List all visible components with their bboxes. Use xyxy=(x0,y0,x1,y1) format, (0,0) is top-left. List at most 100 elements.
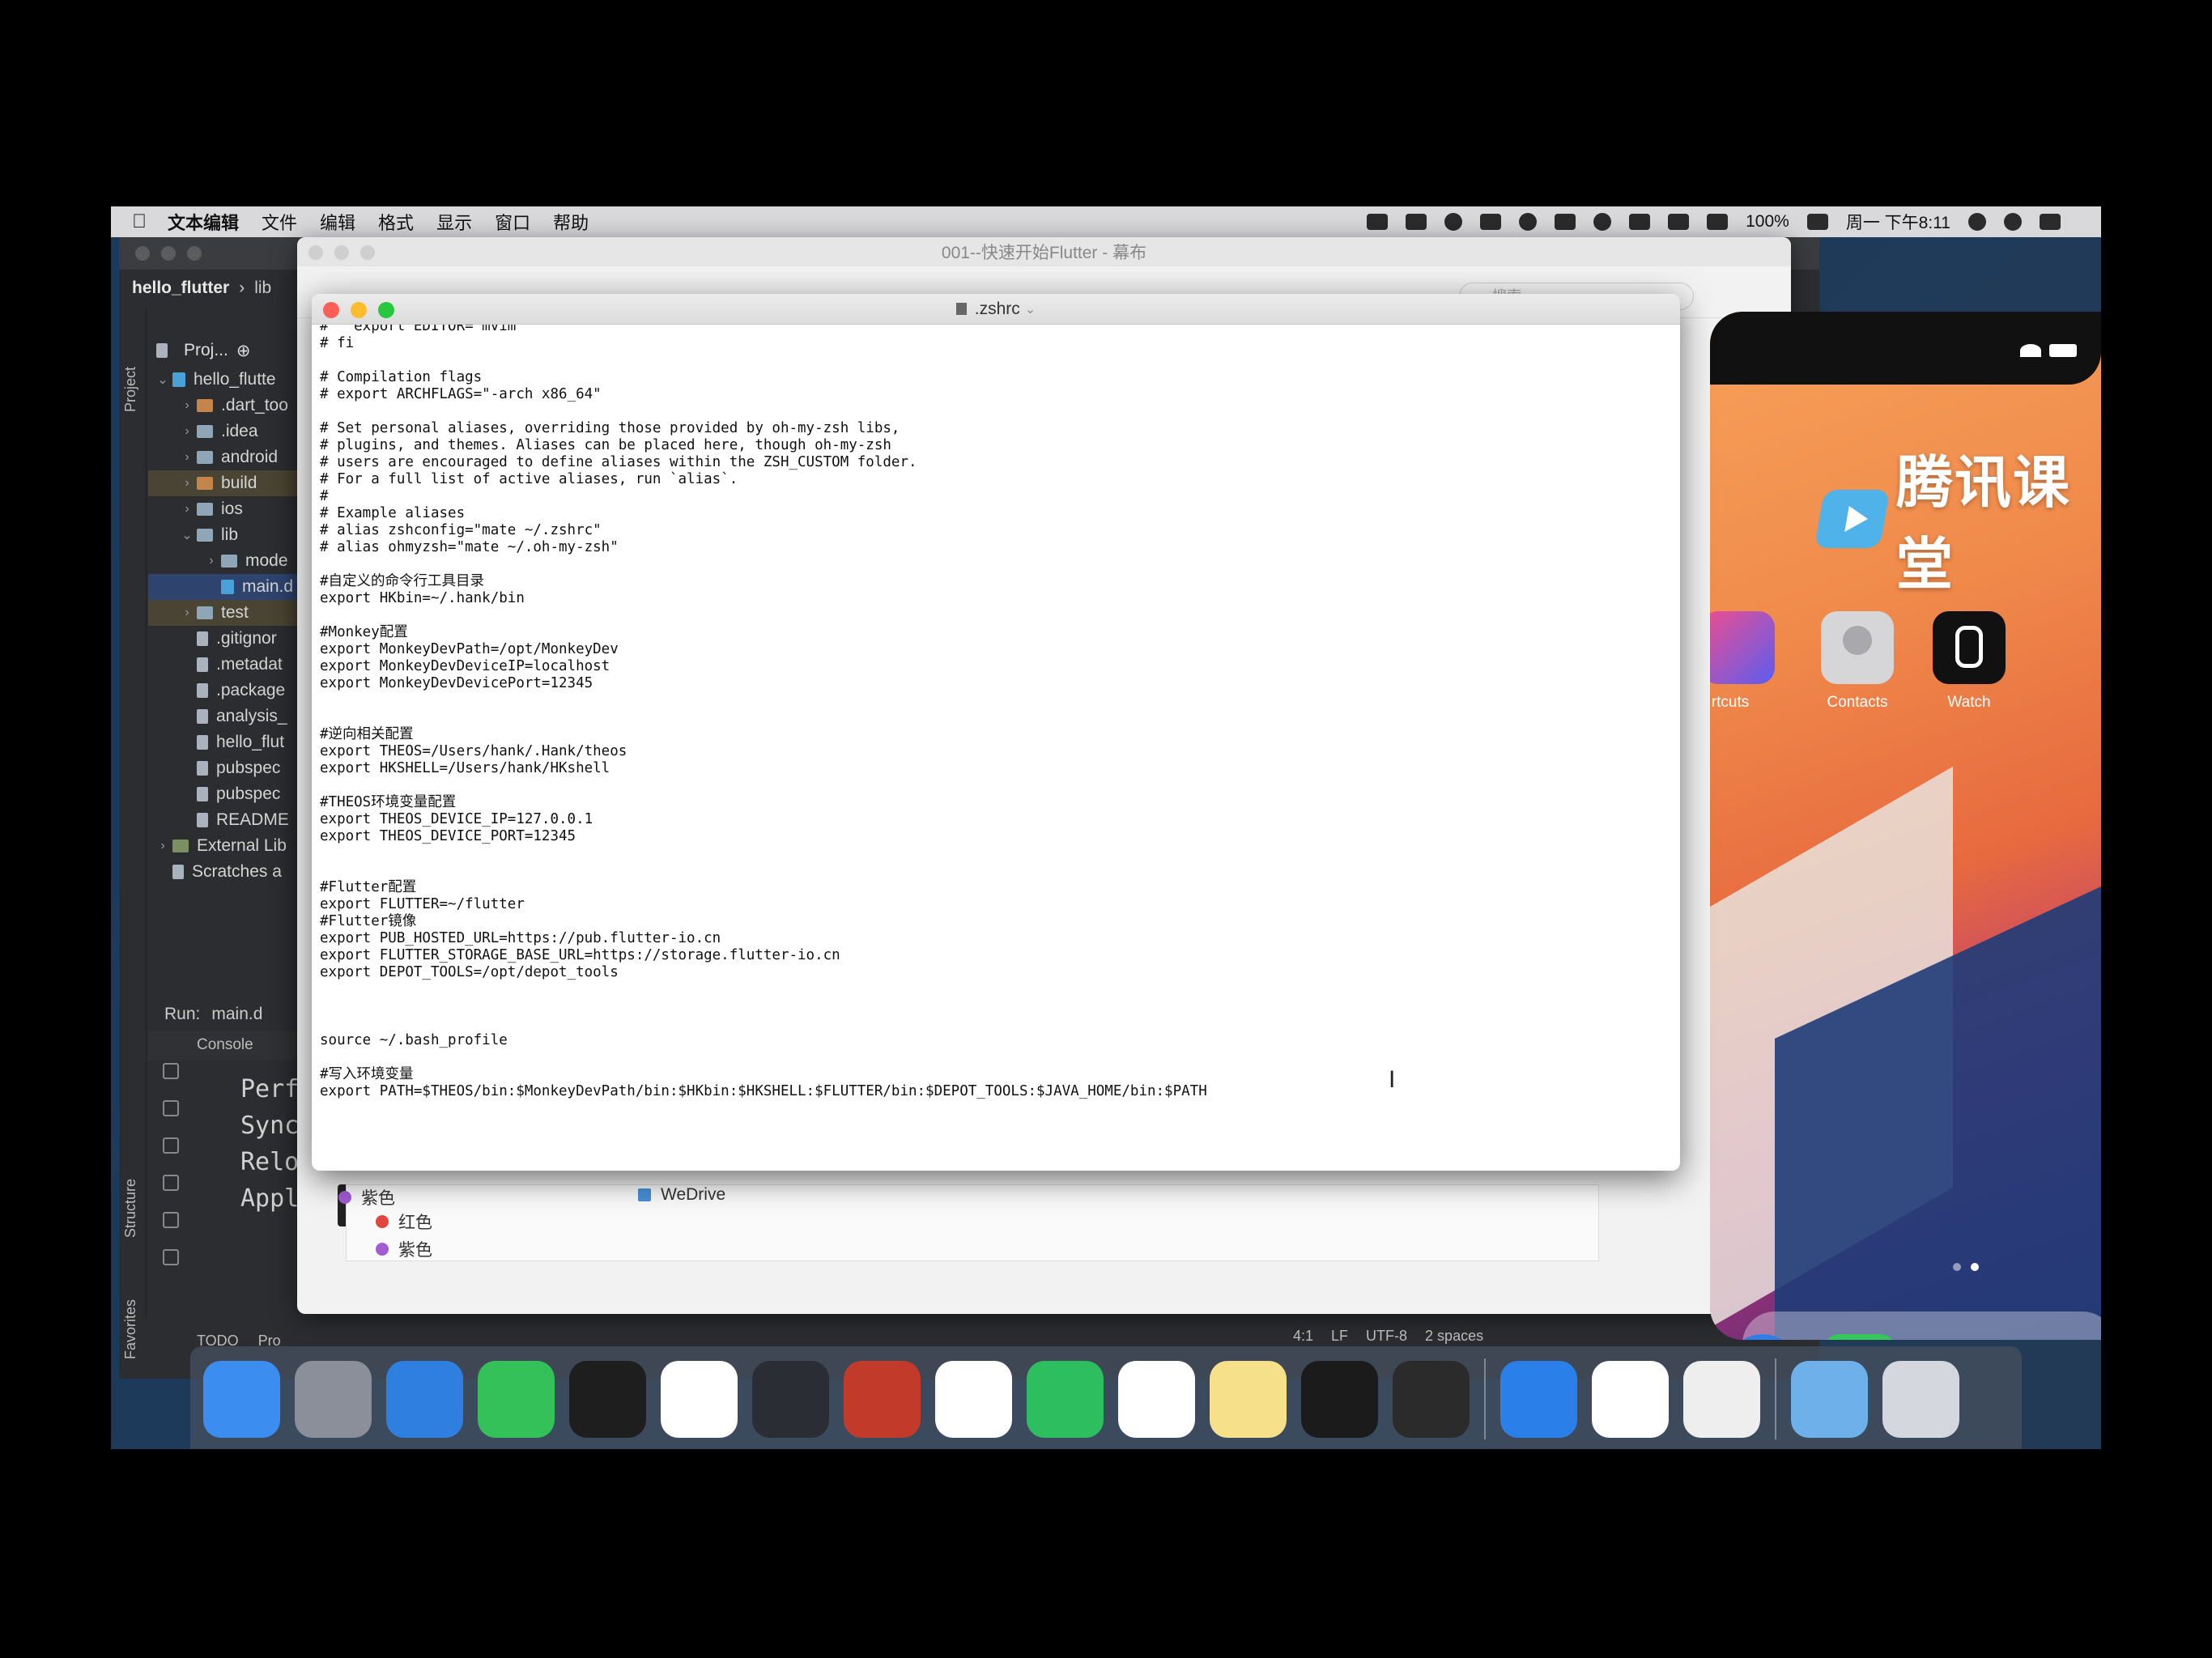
cast-zoom-button[interactable] xyxy=(360,245,375,260)
spotlight-icon[interactable] xyxy=(1968,213,1986,231)
menu-view[interactable]: 显示 xyxy=(436,209,472,235)
shortcuts-app-icon[interactable] xyxy=(1710,611,1775,684)
code-line[interactable] xyxy=(320,709,1680,726)
code-line[interactable]: export MonkeyDevDeviceIP=localhost xyxy=(320,658,1680,675)
document-text[interactable]: # export EDITOR='mvim' # fi # Compilation … xyxy=(320,325,1680,1100)
indent-setting[interactable]: 2 spaces xyxy=(1425,1328,1483,1345)
code-line[interactable]: #Flutter镜像 xyxy=(320,913,1680,930)
ide-zoom-button[interactable] xyxy=(187,246,202,261)
line-separator[interactable]: LF xyxy=(1331,1328,1348,1345)
apple-menu-icon[interactable]:  xyxy=(111,210,168,233)
menu-clock[interactable]: 周一 下午8:11 xyxy=(1846,210,1950,234)
ide-minimize-button[interactable] xyxy=(161,246,176,261)
stickies-icon[interactable] xyxy=(1210,1360,1287,1438)
code-line[interactable]: # plugins, and themes. Aliases can be pl… xyxy=(320,437,1680,454)
network-icon[interactable] xyxy=(1593,213,1612,231)
code-line[interactable]: export MonkeyDevDevicePort=12345 xyxy=(320,675,1680,692)
chevron-right-icon[interactable]: › xyxy=(177,450,197,465)
code-line[interactable] xyxy=(320,692,1680,709)
console-tab[interactable]: Console xyxy=(197,1036,253,1054)
screencast-icon[interactable] xyxy=(1393,1360,1470,1438)
pin-icon[interactable] xyxy=(163,1063,179,1079)
code-line[interactable]: export MonkeyDevPath=/opt/MonkeyDev xyxy=(320,641,1680,658)
code-line[interactable]: # fi xyxy=(320,335,1680,352)
tag-purple-top[interactable]: 紫色 xyxy=(338,1185,395,1209)
chevron-down-icon[interactable]: ⌄ xyxy=(177,527,197,543)
battery-icon[interactable] xyxy=(1806,214,1828,230)
run-target-tab[interactable]: main.d xyxy=(211,1005,262,1024)
sourcetree-icon[interactable] xyxy=(1592,1360,1669,1438)
trash-icon[interactable] xyxy=(163,1249,179,1265)
code-line[interactable] xyxy=(320,862,1680,879)
contacts-app-icon[interactable] xyxy=(1821,611,1894,684)
minimize-button[interactable] xyxy=(351,302,367,318)
code-line[interactable]: export FLUTTER=~/flutter xyxy=(320,896,1680,913)
sync-icon[interactable] xyxy=(1629,214,1651,230)
terminal-icon[interactable] xyxy=(1301,1360,1378,1438)
code-line[interactable]: #自定义的命令行工具目录 xyxy=(320,573,1680,590)
code-line[interactable]: export PATH=$THEOS/bin:$MonkeyDevPath/bi… xyxy=(320,1083,1680,1100)
code-line[interactable]: export PUB_HOSTED_URL=https://pub.flutte… xyxy=(320,930,1680,947)
code-line[interactable] xyxy=(320,607,1680,624)
instruments-icon[interactable] xyxy=(1118,1360,1195,1438)
video-icon[interactable] xyxy=(1367,214,1389,230)
project-tool-tab[interactable]: Project xyxy=(122,367,139,412)
file-encoding[interactable]: UTF-8 xyxy=(1366,1328,1407,1345)
scroll-up-icon[interactable] xyxy=(163,1100,179,1116)
page-indicator[interactable] xyxy=(1953,1263,1979,1271)
code-line[interactable] xyxy=(320,777,1680,794)
code-line[interactable] xyxy=(320,1049,1680,1066)
chevron-right-icon[interactable]: › xyxy=(177,502,197,517)
code-line[interactable] xyxy=(320,1015,1680,1032)
appstore-icon[interactable] xyxy=(1500,1360,1577,1438)
messages-app-icon[interactable] xyxy=(1823,1334,1896,1340)
code-line[interactable] xyxy=(320,352,1680,369)
code-line[interactable]: export HKbin=~/.hank/bin xyxy=(320,590,1680,607)
user-icon[interactable] xyxy=(1519,213,1538,231)
code-line[interactable]: # Set personal aliases, overriding those… xyxy=(320,420,1680,437)
ide-close-button[interactable] xyxy=(135,246,150,261)
chevron-right-icon[interactable]: › xyxy=(153,839,172,853)
menu-edit[interactable]: 编辑 xyxy=(320,209,355,235)
code-line[interactable]: source ~/.bash_profile xyxy=(320,1032,1680,1049)
camera-icon[interactable] xyxy=(1406,214,1427,230)
evernote-icon[interactable] xyxy=(1027,1360,1104,1438)
archive-icon[interactable] xyxy=(1480,214,1502,230)
chrome-icon[interactable] xyxy=(935,1360,1012,1438)
chevron-down-icon[interactable]: ⌄ xyxy=(1025,301,1036,317)
text-editor-area[interactable]: # export EDITOR='mvim' # fi # Compilation … xyxy=(312,325,1680,1171)
menu-app-name[interactable]: 文本编辑 xyxy=(168,209,239,235)
code-line[interactable]: export THEOS=/Users/hank/.Hank/theos xyxy=(320,743,1680,760)
favorites-tool-tab[interactable]: Favorites xyxy=(122,1299,139,1359)
siri-icon[interactable] xyxy=(2004,213,2022,231)
code-line[interactable]: export FLUTTER_STORAGE_BASE_URL=https://… xyxy=(320,947,1680,964)
wifi-icon[interactable] xyxy=(1668,214,1690,230)
locate-icon[interactable]: ⊕ xyxy=(236,341,251,361)
textedit-icon[interactable] xyxy=(1683,1360,1760,1438)
code-line[interactable]: export THEOS_DEVICE_IP=127.0.0.1 xyxy=(320,811,1680,828)
code-line[interactable]: export DEPOT_TOOLS=/opt/depot_tools xyxy=(320,964,1680,981)
menu-window[interactable]: 窗口 xyxy=(495,209,530,235)
reveal-icon[interactable] xyxy=(844,1360,921,1438)
close-button[interactable] xyxy=(323,302,339,318)
tag-red[interactable]: 红色 xyxy=(376,1209,432,1234)
breadcrumb-lib[interactable]: lib xyxy=(254,278,271,298)
chevron-right-icon[interactable]: › xyxy=(177,476,197,491)
code-line[interactable]: # For a full list of active aliases, run… xyxy=(320,471,1680,488)
chevron-right-icon[interactable]: › xyxy=(177,606,197,620)
code-line[interactable] xyxy=(320,981,1680,998)
code-line[interactable] xyxy=(320,403,1680,420)
battery-percent[interactable]: 100% xyxy=(1746,212,1789,232)
chevron-right-icon[interactable]: › xyxy=(202,554,221,568)
chevron-right-icon[interactable]: › xyxy=(177,424,197,439)
dingtalk-icon[interactable] xyxy=(661,1360,738,1438)
code-line[interactable] xyxy=(320,998,1680,1015)
launchpad-icon[interactable] xyxy=(295,1360,372,1438)
code-line[interactable]: # alias zshconfig="mate ~/.zshrc" xyxy=(320,522,1680,539)
wechat-icon[interactable] xyxy=(478,1360,555,1438)
code-line[interactable]: #Flutter配置 xyxy=(320,879,1680,896)
code-line[interactable]: # export EDITOR='mvim' xyxy=(320,325,1680,335)
code-line[interactable]: #THEOS环境变量配置 xyxy=(320,794,1680,811)
finder-icon[interactable] xyxy=(203,1360,280,1438)
code-line[interactable]: # xyxy=(320,488,1680,505)
